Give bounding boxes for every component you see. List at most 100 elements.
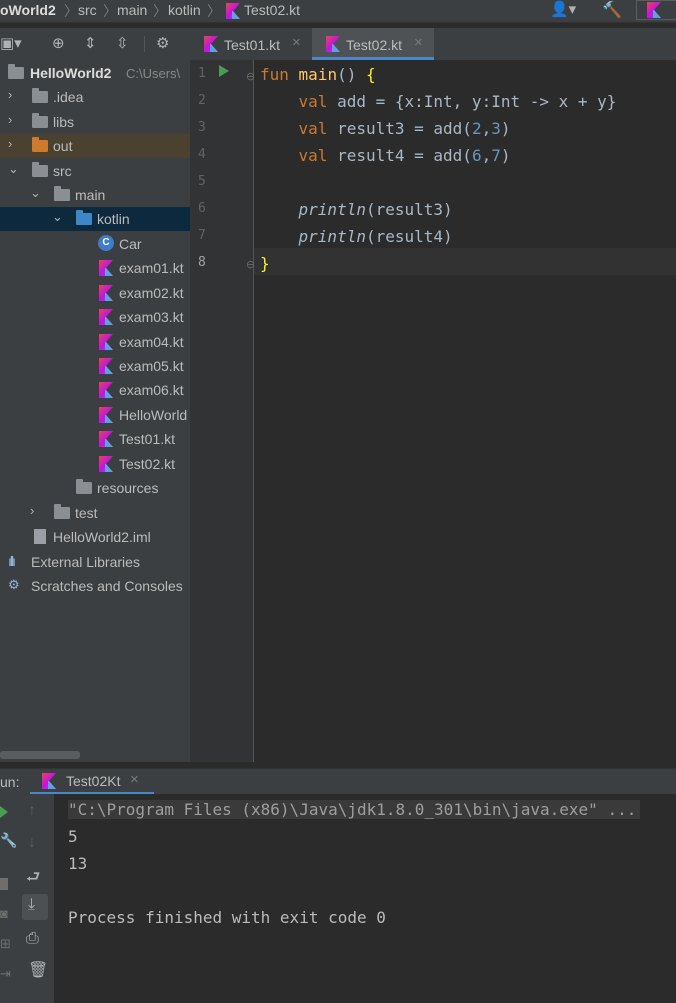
kotlin-run-icon <box>42 773 56 789</box>
project-tree: HelloWorld2 C:\Users\ › .idea › libs › o… <box>0 60 190 762</box>
tree-item-iml[interactable]: HelloWorld2.iml <box>0 525 190 549</box>
line-number: 5 <box>198 174 206 189</box>
tab-test02[interactable]: Test02.kt × <box>312 28 434 60</box>
tree-item-label: exam03.kt <box>119 309 184 325</box>
tree-item-label: Scratches and Consoles <box>31 578 183 594</box>
tree-item-exam03[interactable]: exam03.kt <box>0 305 190 329</box>
build-hammer-icon[interactable]: 🔨 <box>602 0 622 20</box>
arrow-up-icon[interactable]: ↑ <box>28 802 36 820</box>
layout-icon[interactable]: ⊞ <box>0 936 11 952</box>
tree-item-kotlin[interactable]: ⌄ kotlin <box>0 207 190 231</box>
navigation-bar: oWorld2 〉 src 〉 main 〉 kotlin 〉 Test02.k… <box>0 0 676 23</box>
tree-item-label: HelloWorld2 <box>30 65 112 81</box>
breadcrumb-main[interactable]: main <box>117 2 147 18</box>
tree-item-path: C:\Users\ <box>126 66 181 81</box>
camera-icon[interactable]: ◙ <box>0 906 8 921</box>
breadcrumb-file[interactable]: Test02.kt <box>244 2 300 18</box>
tab-label: Test01.kt <box>224 37 281 53</box>
chevron-right-icon[interactable]: › <box>8 136 12 151</box>
tree-item-libs[interactable]: › libs <box>0 110 190 134</box>
breadcrumb-project[interactable]: oWorld2 <box>0 2 56 18</box>
user-icon[interactable]: 👤▾ <box>550 0 576 18</box>
tree-item-label: Test02.kt <box>119 456 176 472</box>
tree-item-test02[interactable]: Test02.kt <box>0 452 190 476</box>
breadcrumb-kotlin[interactable]: kotlin <box>168 2 201 18</box>
tree-item-label: resources <box>97 480 159 496</box>
tree-item-exam02[interactable]: exam02.kt <box>0 281 190 305</box>
wrench-icon[interactable]: 🔧 <box>0 832 17 849</box>
chevron-down-icon[interactable]: ⌄ <box>52 209 63 225</box>
line-number: 3 <box>198 120 206 135</box>
arrow-down-icon[interactable]: ↓ <box>28 834 36 852</box>
kotlin-class-icon: C <box>98 235 114 251</box>
tree-item-main[interactable]: ⌄ main <box>0 183 190 207</box>
tree-item-exam04[interactable]: exam04.kt <box>0 330 190 354</box>
tree-item-out[interactable]: › out <box>0 134 190 158</box>
run-tab[interactable]: Test02Kt × <box>30 769 154 795</box>
breadcrumb-src[interactable]: src <box>78 2 97 18</box>
tree-item-label: out <box>53 138 73 154</box>
locate-file-icon[interactable]: ⊕ <box>52 34 65 52</box>
project-toolbar: ▣▾ ⊕ ⇕ ⇳ ⚙ <box>0 28 190 60</box>
soft-wrap-icon[interactable]: ⮐ <box>26 866 40 893</box>
chevron-right-icon[interactable]: › <box>30 503 34 518</box>
close-icon[interactable]: × <box>414 34 423 51</box>
run-config-selector[interactable] <box>636 0 676 20</box>
breadcrumb-separator: 〉 <box>207 3 221 19</box>
expand-all-icon[interactable]: ⇕ <box>84 34 97 52</box>
tab-label: Test02.kt <box>346 37 403 53</box>
close-icon[interactable]: × <box>130 771 139 788</box>
tree-item-test01[interactable]: Test01.kt <box>0 427 190 451</box>
chevron-down-icon[interactable]: ⌄ <box>8 161 19 177</box>
excluded-folder-icon <box>32 137 48 152</box>
tree-item-src[interactable]: ⌄ src <box>0 159 190 183</box>
kotlin-file-icon <box>99 285 113 301</box>
tree-item-external-libraries[interactable]: ıllı External Libraries <box>0 550 190 574</box>
tree-item-helloworld[interactable]: HelloWorld <box>0 403 190 427</box>
chevron-right-icon[interactable]: › <box>8 87 12 102</box>
close-icon[interactable]: × <box>292 34 301 51</box>
stop-icon[interactable] <box>0 878 8 890</box>
tree-item-root[interactable]: HelloWorld2 C:\Users\ <box>0 61 190 85</box>
tab-test01[interactable]: Test01.kt × <box>190 28 312 60</box>
exit-icon[interactable]: ⇥ <box>0 966 11 982</box>
folder-icon <box>54 186 70 201</box>
module-folder-icon <box>8 64 24 79</box>
chevron-right-icon[interactable]: › <box>8 112 12 127</box>
tree-item-scratches[interactable]: ⚙ Scratches and Consoles <box>0 574 190 598</box>
code-editor[interactable]: fun main() { val add = {x:Int, y:Int -> … <box>254 60 676 762</box>
libraries-icon: ıllı <box>8 553 16 569</box>
line-number: 4 <box>198 147 206 162</box>
kotlin-file-icon <box>99 431 113 447</box>
module-file-icon <box>34 529 46 544</box>
code-line-6: println(result3) <box>298 200 453 219</box>
kotlin-file-icon <box>99 260 113 276</box>
tree-item-resources[interactable]: resources <box>0 476 190 500</box>
project-view-dropdown-icon[interactable]: ▣▾ <box>0 34 22 52</box>
tree-item-test[interactable]: › test <box>0 501 190 525</box>
toolbar-divider <box>144 36 145 52</box>
run-gutter-icon[interactable] <box>219 65 229 77</box>
tree-item-label: libs <box>53 114 75 130</box>
tree-item-exam01[interactable]: exam01.kt <box>0 256 190 280</box>
chevron-down-icon[interactable]: ⌄ <box>30 185 41 201</box>
kotlin-file-icon <box>99 456 113 472</box>
scroll-to-end-button[interactable]: ⤓ <box>22 894 48 920</box>
tree-horizontal-scrollbar[interactable] <box>0 751 80 759</box>
trash-icon[interactable]: 🗑 <box>28 960 48 980</box>
tree-item-car[interactable]: C Car <box>0 232 190 256</box>
tree-item-idea[interactable]: › .idea <box>0 85 190 109</box>
tree-item-exam06[interactable]: exam06.kt <box>0 378 190 402</box>
tree-item-exam05[interactable]: exam05.kt <box>0 354 190 378</box>
tree-item-label: .idea <box>53 89 84 105</box>
tree-item-label: Test01.kt <box>119 431 176 447</box>
rerun-icon[interactable] <box>0 806 8 818</box>
collapse-all-icon[interactable]: ⇳ <box>116 34 129 52</box>
kotlin-file-icon <box>99 334 113 350</box>
tree-item-label: External Libraries <box>31 554 140 570</box>
print-icon[interactable]: ⎙ <box>26 930 39 948</box>
tree-item-label: src <box>53 163 72 179</box>
gear-icon[interactable]: ⚙ <box>156 34 169 52</box>
console-output[interactable]: "C:\Program Files (x86)\Java\jdk1.8.0_30… <box>54 794 676 1003</box>
breadcrumb-separator: 〉 <box>103 3 117 19</box>
